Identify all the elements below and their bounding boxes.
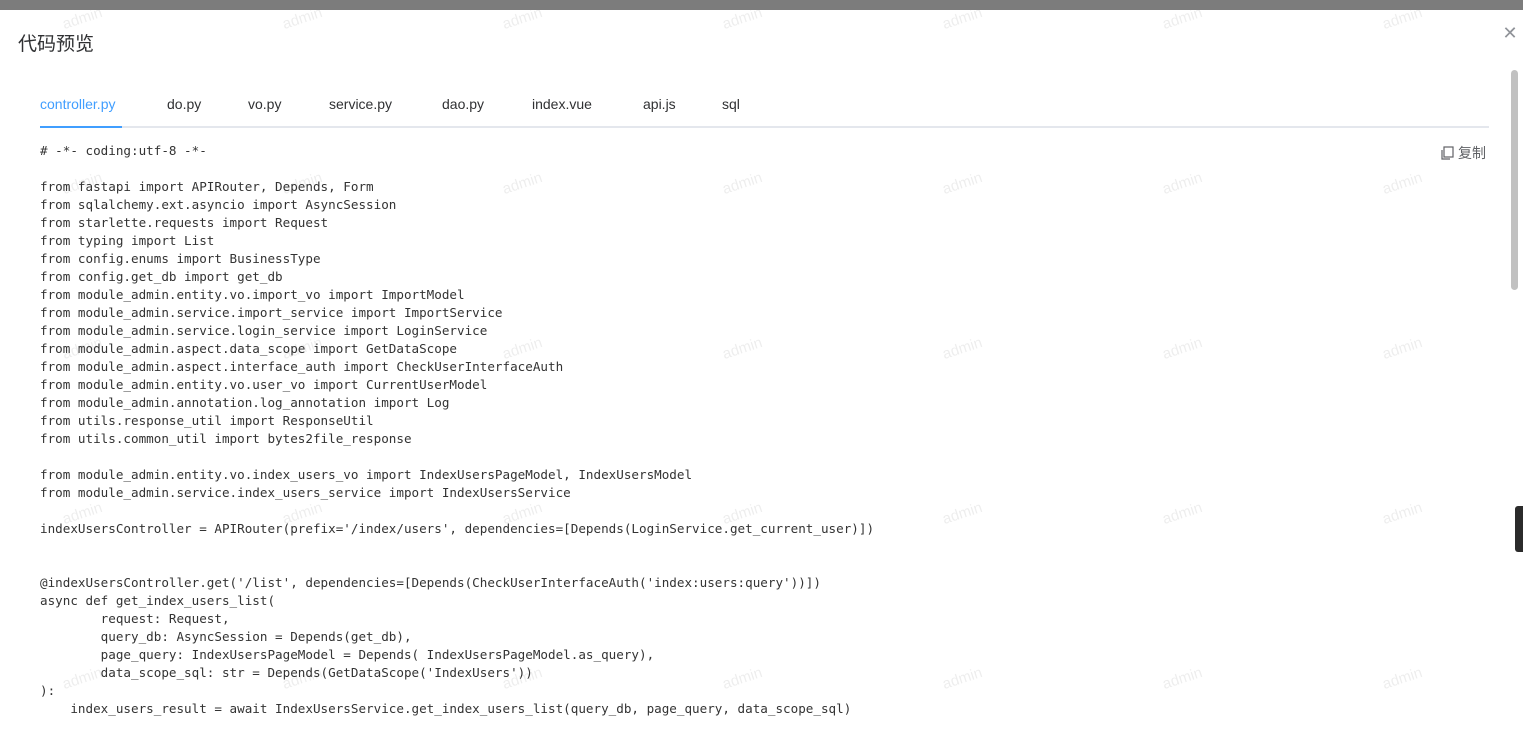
close-icon[interactable]: ✕ [1500, 24, 1520, 44]
watermark: admin [500, 10, 545, 33]
code-line: from fastapi import APIRouter, Depends, … [40, 179, 374, 194]
code-line: async def get_index_users_list( [40, 593, 276, 608]
code-line: from config.get_db import get_db [40, 269, 283, 284]
code-line: from module_admin.entity.vo.user_vo impo… [40, 377, 488, 392]
tab-api-js[interactable]: api.js [643, 96, 676, 112]
code-line: data_scope_sql: str = Depends(GetDataSco… [40, 665, 533, 680]
active-tab-indicator [40, 126, 122, 128]
code-line: request: Request, [40, 611, 230, 626]
code-line: from utils.response_util import Response… [40, 413, 374, 428]
tab-controller-py[interactable]: controller.py [40, 96, 115, 112]
tab-index-vue[interactable]: index.vue [532, 96, 592, 112]
scrollbar-thumb[interactable] [1511, 70, 1518, 290]
code-line: ): [40, 683, 56, 698]
code-line: from module_admin.entity.vo.index_users_… [40, 467, 693, 482]
code-line: # -*- coding:utf-8 -*- [40, 143, 207, 158]
code-line: index_users_result = await IndexUsersSer… [40, 701, 852, 716]
code-line: from module_admin.service.import_service… [40, 305, 503, 320]
code-line: from typing import List [40, 233, 215, 248]
code-line: query_db: AsyncSession = Depends(get_db)… [40, 629, 412, 644]
code-line: from module_admin.aspect.data_scope impo… [40, 341, 458, 356]
code-line: from module_admin.annotation.log_annotat… [40, 395, 450, 410]
code-line: page_query: IndexUsersPageModel = Depend… [40, 647, 655, 662]
side-panel-handle[interactable] [1515, 506, 1523, 552]
vertical-scrollbar[interactable] [1511, 70, 1519, 754]
code-block: # -*- coding:utf-8 -*- from fastapi impor… [40, 142, 1480, 718]
backdrop-top-strip [0, 0, 1523, 10]
watermark: admin [280, 10, 325, 33]
code-line: indexUsersController = APIRouter(prefix=… [40, 521, 875, 536]
code-line: from sqlalchemy.ext.asyncio import Async… [40, 197, 397, 212]
code-line: from starlette.requests import Request [40, 215, 329, 230]
code-line: from module_admin.aspect.interface_auth … [40, 359, 564, 374]
code-line: @indexUsersController.get('/list', depen… [40, 575, 821, 590]
file-tabs: controller.py do.py vo.py service.py dao… [40, 86, 1489, 128]
watermark: admin [1380, 10, 1425, 33]
code-line: from config.enums import BusinessType [40, 251, 321, 266]
tab-vo-py[interactable]: vo.py [248, 96, 281, 112]
code-line: from module_admin.entity.vo.import_vo im… [40, 287, 465, 302]
watermark: admin [940, 10, 985, 33]
code-line: from module_admin.service.login_service … [40, 323, 488, 338]
tab-dao-py[interactable]: dao.py [442, 96, 484, 112]
watermark: admin [1160, 10, 1205, 33]
tab-sql[interactable]: sql [722, 96, 740, 112]
watermark: admin [720, 10, 765, 33]
tab-service-py[interactable]: service.py [329, 96, 392, 112]
dialog-title: 代码预览 [18, 33, 95, 55]
code-line: from utils.common_util import bytes2file… [40, 431, 412, 446]
code-line: from module_admin.service.index_users_se… [40, 485, 571, 500]
tab-do-py[interactable]: do.py [167, 96, 201, 112]
code-preview-dialog: 代码预览 ✕ controller.py do.py vo.py service… [0, 10, 1523, 754]
